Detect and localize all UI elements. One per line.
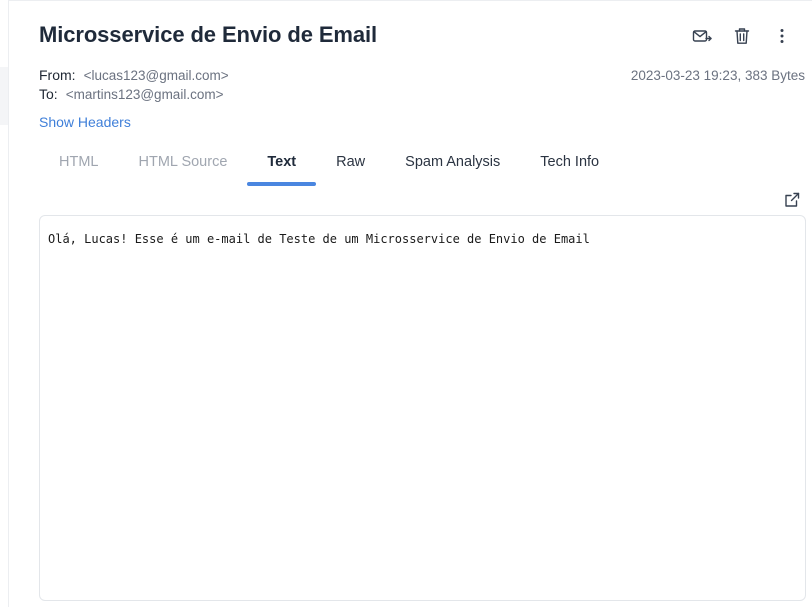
from-label: From: (39, 67, 76, 83)
top-divider (9, 0, 812, 1)
tab-spam-analysis[interactable]: Spam Analysis (385, 150, 520, 186)
to-row: To: <martins123@gmail.com> (39, 85, 229, 104)
left-rail (0, 0, 9, 607)
show-headers-link[interactable]: Show Headers (39, 114, 131, 130)
email-body-text: Olá, Lucas! Esse é um e-mail de Teste de… (48, 232, 590, 246)
tab-raw[interactable]: Raw (316, 150, 385, 186)
email-subject: Microsservice de Envio de Email (39, 22, 378, 47)
forward-button[interactable] (686, 24, 718, 48)
from-address: <lucas123@gmail.com> (83, 68, 229, 83)
tab-text[interactable]: Text (247, 150, 316, 186)
tab-html[interactable]: HTML (39, 150, 118, 186)
to-label: To: (39, 86, 58, 102)
text-body-pane[interactable]: Olá, Lucas! Esse é um e-mail de Teste de… (39, 215, 806, 601)
open-in-new-window-button[interactable] (784, 192, 800, 208)
delete-button[interactable] (726, 24, 758, 48)
tab-tech-info[interactable]: Tech Info (520, 150, 619, 186)
from-row: From: <lucas123@gmail.com> (39, 66, 229, 85)
to-address: <martins123@gmail.com> (65, 87, 224, 102)
more-vertical-icon (779, 28, 785, 44)
forward-email-icon (692, 28, 712, 44)
left-rail-highlight (0, 67, 8, 125)
trash-icon (734, 27, 750, 45)
email-meta: From: <lucas123@gmail.com> To: <martins1… (39, 66, 229, 104)
more-options-button[interactable] (766, 24, 798, 48)
message-toolbar (686, 24, 798, 48)
date-size-info: 2023-03-23 19:23, 383 Bytes (630, 68, 805, 83)
external-link-icon (784, 192, 800, 212)
view-tabs: HTML HTML Source Text Raw Spam Analysis … (39, 150, 619, 186)
tab-html-source[interactable]: HTML Source (118, 150, 247, 186)
